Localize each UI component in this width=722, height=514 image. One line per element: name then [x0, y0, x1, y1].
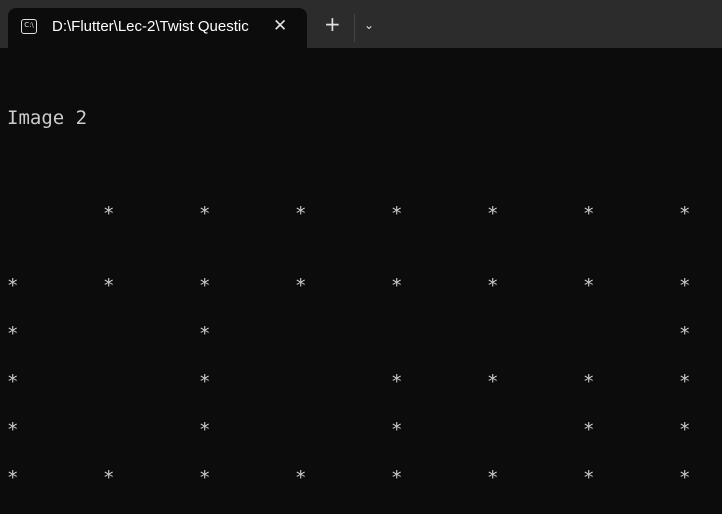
star-cell: *	[295, 275, 307, 297]
star-cell: *	[583, 371, 595, 393]
output-line: * * * * * *	[7, 370, 722, 394]
terminal-output[interactable]: Image 2 * * * * * * * * * * * * * * * * * * * * * * * * * * * * * * * *…	[7, 58, 722, 514]
star-cell: *	[391, 371, 403, 393]
star-cell: *	[679, 203, 691, 225]
output-line: * * * * * * *	[7, 202, 722, 226]
star-cell: *	[103, 467, 115, 489]
star-cell	[583, 322, 679, 346]
star-cell: *	[583, 419, 595, 441]
star-cell: *	[391, 203, 403, 225]
new-tab-button[interactable]: +	[324, 14, 341, 34]
star-cell: *	[103, 203, 115, 225]
star-cell: *	[679, 419, 691, 441]
star-cell	[103, 418, 199, 442]
star-cell	[295, 418, 391, 442]
star-cell: *	[679, 323, 691, 345]
star-cell: *	[487, 467, 499, 489]
star-cell: *	[583, 467, 595, 489]
star-cell: *	[199, 467, 211, 489]
star-cell: *	[679, 275, 691, 297]
star-cell	[295, 322, 391, 346]
star-cell: *	[7, 323, 19, 345]
star-cell: *	[7, 467, 19, 489]
star-cell	[103, 370, 199, 394]
star-cell	[391, 322, 487, 346]
star-cell: *	[487, 371, 499, 393]
star-cell	[103, 322, 199, 346]
star-cell: *	[7, 371, 19, 393]
chevron-down-icon[interactable]: ⌄	[364, 18, 374, 32]
output-line: * * * * * * * *	[7, 466, 722, 490]
output-line: * * *	[7, 322, 722, 346]
star-cell: *	[103, 275, 115, 297]
output-heading: Image 2	[7, 107, 88, 129]
star-cell: *	[7, 275, 19, 297]
star-cell: *	[487, 203, 499, 225]
star-cell: *	[199, 203, 211, 225]
star-cell: *	[199, 323, 211, 345]
star-cell: *	[295, 467, 307, 489]
star-cell	[7, 202, 103, 226]
tab-bar: C:\ D:\Flutter\Lec-2\Twist Questic ✕ + ⌄	[0, 0, 722, 48]
star-cell: *	[295, 203, 307, 225]
star-cell: *	[391, 275, 403, 297]
output-line: * * * * *	[7, 418, 722, 442]
active-tab[interactable]: C:\ D:\Flutter\Lec-2\Twist Questic ✕	[8, 8, 307, 48]
star-cell: *	[583, 275, 595, 297]
star-cell: *	[199, 275, 211, 297]
star-pattern: * * * * * * * * * * * * * * * * * * * * * * * * * * * * * * * * * * * * *	[7, 202, 722, 490]
star-cell: *	[679, 467, 691, 489]
star-cell: *	[679, 371, 691, 393]
star-cell: *	[391, 467, 403, 489]
star-cell	[487, 322, 583, 346]
tab-title: D:\Flutter\Lec-2\Twist Questic	[52, 18, 249, 35]
close-tab-button[interactable]: ✕	[273, 16, 287, 36]
divider	[354, 14, 355, 42]
star-cell	[487, 418, 583, 442]
star-cell: *	[199, 371, 211, 393]
star-cell: *	[199, 419, 211, 441]
star-cell	[295, 370, 391, 394]
cmd-icon: C:\	[21, 19, 37, 34]
star-cell: *	[583, 203, 595, 225]
star-cell: *	[7, 419, 19, 441]
star-cell: *	[487, 275, 499, 297]
star-cell: *	[391, 419, 403, 441]
output-line: * * * * * * * *	[7, 274, 722, 298]
